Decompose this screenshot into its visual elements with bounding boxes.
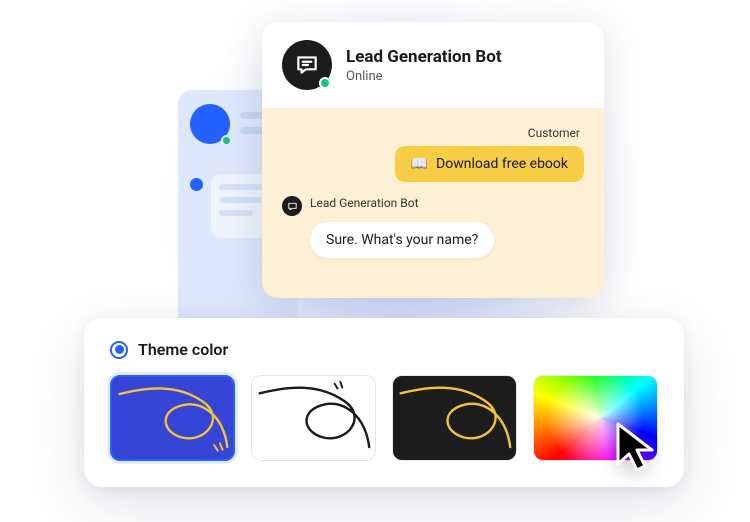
book-icon: 📖 — [411, 156, 428, 172]
preview-avatar — [190, 104, 230, 144]
squiggle-icon — [252, 376, 375, 459]
theme-header: Theme color — [110, 340, 658, 359]
customer-bubble[interactable]: 📖 Download free ebook — [395, 146, 584, 182]
customer-message: Customer 📖 Download free ebook — [282, 126, 584, 182]
theme-color-panel: Theme color — [84, 318, 684, 487]
cursor-icon — [612, 420, 666, 480]
squiggle-icon — [393, 376, 516, 459]
theme-swatch-dark[interactable] — [392, 375, 517, 461]
chat-bubble-icon — [294, 52, 320, 78]
chat-body: Customer 📖 Download free ebook Lead Gene… — [262, 108, 604, 298]
theme-radio[interactable] — [110, 341, 128, 359]
chat-bubble-icon — [287, 201, 298, 212]
chat-header: Lead Generation Bot Online — [262, 22, 604, 108]
theme-title: Theme color — [138, 340, 228, 359]
preview-status-dot — [221, 135, 232, 146]
bot-message: Lead Generation Bot Sure. What's your na… — [282, 196, 584, 258]
customer-label: Customer — [282, 126, 584, 140]
bot-avatar — [282, 40, 332, 90]
theme-swatch-blue[interactable] — [110, 375, 235, 461]
preview-mini-avatar — [190, 178, 203, 191]
bot-title: Lead Generation Bot — [346, 47, 502, 67]
customer-message-text: Download free ebook — [436, 156, 568, 172]
bot-label: Lead Generation Bot — [310, 196, 419, 210]
bot-bubble: Sure. What's your name? — [310, 222, 494, 258]
chat-widget: Lead Generation Bot Online Customer 📖 Do… — [262, 22, 604, 298]
theme-swatch-white[interactable] — [251, 375, 376, 461]
bot-mini-avatar — [282, 196, 302, 216]
squiggle-icon — [112, 377, 233, 458]
bot-status-text: Online — [346, 69, 502, 84]
theme-swatch-row — [110, 375, 658, 461]
online-status-dot — [319, 77, 331, 89]
